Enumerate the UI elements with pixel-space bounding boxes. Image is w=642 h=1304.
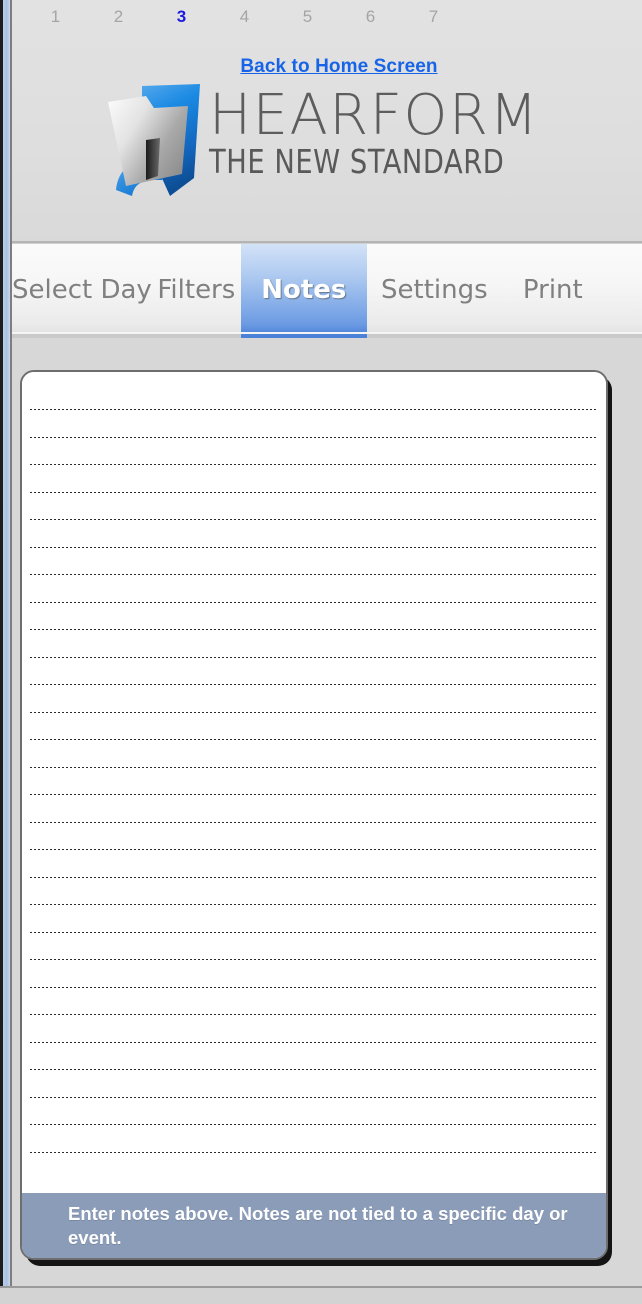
logo-tagline: THE NEW STANDARD bbox=[209, 142, 505, 181]
tab-notes[interactable]: Notes bbox=[240, 244, 367, 339]
tab-bar: Select Day Filters Notes Settings Print bbox=[12, 243, 642, 339]
page-number-1[interactable]: 1 bbox=[24, 7, 87, 27]
tab-label: Print bbox=[522, 274, 583, 305]
page-number-row: 1234567 bbox=[24, 3, 642, 31]
tab-list: Select Day Filters Notes Settings Print bbox=[12, 244, 642, 339]
tab-filters[interactable]: Filters bbox=[152, 244, 241, 335]
back-to-home-screen-link[interactable]: Back to Home Screen bbox=[240, 56, 437, 77]
tab-label: Notes bbox=[261, 274, 347, 305]
page-number-7[interactable]: 7 bbox=[402, 7, 465, 27]
notes-panel: Enter notes above. Notes are not tied to… bbox=[20, 370, 608, 1260]
page-number-6[interactable]: 6 bbox=[339, 7, 402, 27]
page-number-3[interactable]: 3 bbox=[150, 7, 213, 27]
logo-wordmark: HEARFORM THE NEW STANDARD bbox=[209, 86, 609, 181]
logo-row: HEARFORM THE NEW STANDARD bbox=[24, 82, 642, 207]
page-number-4[interactable]: 4 bbox=[213, 7, 276, 27]
folder-icon bbox=[102, 82, 220, 202]
window-bottom-strip bbox=[0, 1288, 642, 1304]
tab-settings[interactable]: Settings bbox=[367, 244, 502, 335]
back-link-container: Back to Home Screen bbox=[24, 56, 642, 78]
tab-bar-bottom-separator bbox=[12, 332, 642, 334]
tab-label: Select Day bbox=[12, 274, 152, 305]
notes-status-message: Enter notes above. Notes are not tied to… bbox=[68, 1202, 568, 1248]
page-number-5[interactable]: 5 bbox=[276, 7, 339, 27]
window-left-accent-strip bbox=[3, 0, 10, 1304]
tab-print[interactable]: Print bbox=[502, 244, 604, 335]
app-window: 1234567 Back to Home Screen HEARFORM THE… bbox=[0, 0, 642, 1304]
logo-title: HEARFORM bbox=[209, 83, 540, 148]
header-panel: 1234567 Back to Home Screen HEARFORM THE… bbox=[12, 0, 642, 243]
tab-label: Filters bbox=[157, 274, 236, 305]
notes-status-bar: Enter notes above. Notes are not tied to… bbox=[22, 1193, 606, 1258]
tab-label: Settings bbox=[381, 274, 488, 305]
notes-textarea[interactable] bbox=[22, 372, 606, 1195]
page-number-2[interactable]: 2 bbox=[87, 7, 150, 27]
tab-select-day[interactable]: Select Day bbox=[12, 244, 152, 335]
